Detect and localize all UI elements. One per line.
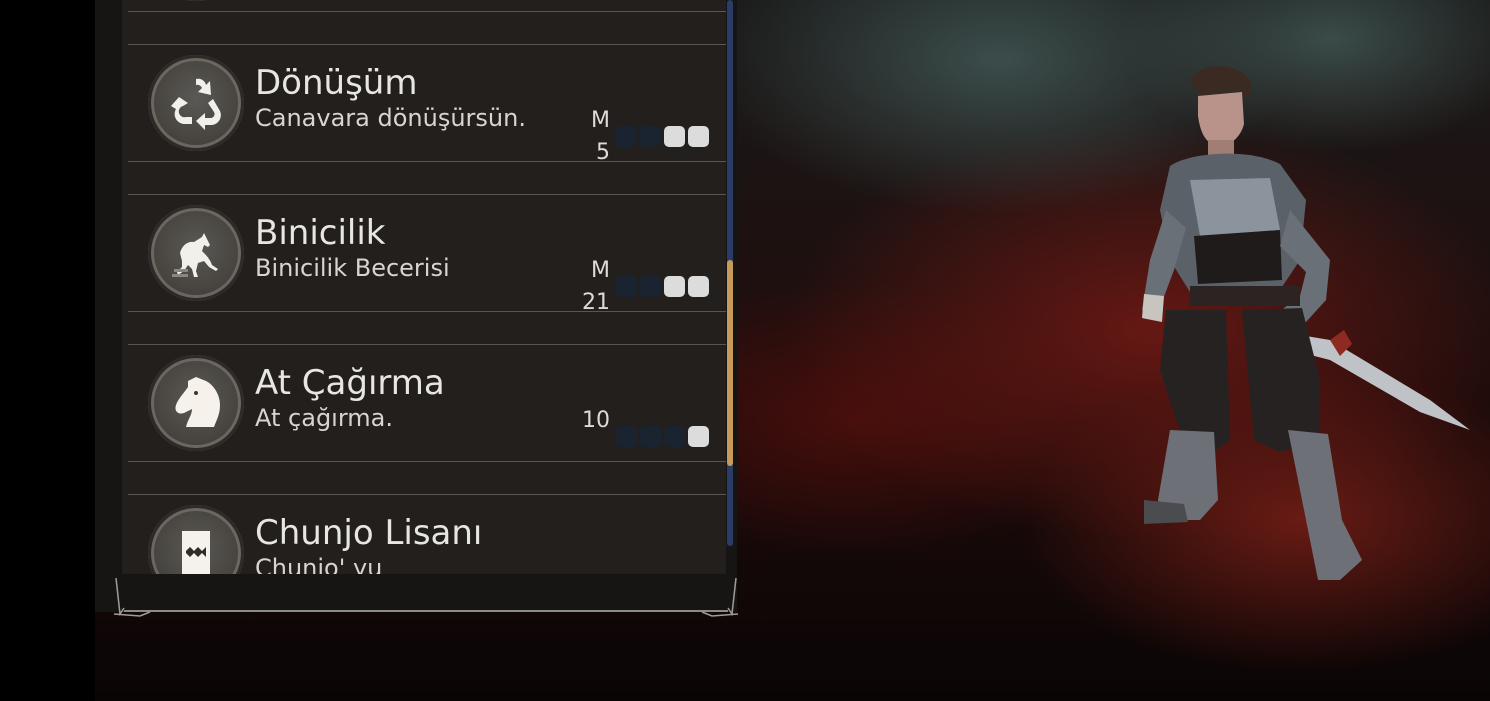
skill-name: Dönüşüm xyxy=(255,63,418,103)
skill-grade: M 5 xyxy=(570,105,610,169)
skill-pip xyxy=(664,126,685,147)
skill-pips xyxy=(616,126,710,148)
skill-pips xyxy=(616,276,710,298)
skill-list[interactable]: Dönüşüm Canavara dönüşürsün. M 5 Binicil… xyxy=(122,0,726,574)
game-background: Dönüşüm Canavara dönüşürsün. M 5 Binicil… xyxy=(0,0,1490,701)
skill-name: Chunjo Lisanı xyxy=(255,513,483,553)
panel-footer-ornament xyxy=(113,574,739,617)
skill-row[interactable]: Binicilik Binicilik Becerisi M 21 xyxy=(128,194,726,315)
skill-row[interactable]: Chunjo Lisanı Chunjo' yu xyxy=(128,494,726,574)
skill-pip xyxy=(616,426,637,447)
skill-name: At Çağırma xyxy=(255,363,445,403)
skill-pip xyxy=(616,276,637,297)
transform-cycle-icon xyxy=(148,55,244,151)
skill-row-previous[interactable] xyxy=(128,0,726,12)
skill-grade-label: M xyxy=(591,258,610,283)
left-shade xyxy=(0,0,95,701)
skill-row[interactable]: Dönüşüm Canavara dönüşürsün. M 5 xyxy=(128,44,726,165)
skill-pip xyxy=(640,276,661,297)
skill-level: 21 xyxy=(582,290,610,315)
character-model xyxy=(1142,66,1470,580)
skill-pip xyxy=(640,426,661,447)
skill-pips xyxy=(616,426,710,448)
skill-pip xyxy=(640,126,661,147)
skill-pip xyxy=(664,276,685,297)
skill-pip xyxy=(664,426,685,447)
skill-pip xyxy=(688,276,709,297)
skill-level: 5 xyxy=(596,140,610,165)
skill-pip xyxy=(616,126,637,147)
skill-description: At çağırma. xyxy=(255,404,393,432)
skill-level: 10 xyxy=(582,408,610,433)
skill-pip xyxy=(688,426,709,447)
skill-description: Chunjo' yu xyxy=(255,554,383,574)
skill-panel: Dönüşüm Canavara dönüşürsün. M 5 Binicil… xyxy=(122,0,726,612)
language-scroll-icon xyxy=(148,505,244,574)
skill-grade: 10 xyxy=(570,405,610,437)
skill-grade-label: M xyxy=(591,108,610,133)
horse-head-icon xyxy=(148,355,244,451)
skill-pip xyxy=(688,126,709,147)
skill-icon-previous xyxy=(148,0,244,1)
skill-grade: M 21 xyxy=(570,255,610,319)
scrollbar-thumb[interactable] xyxy=(727,260,733,466)
skill-name: Binicilik xyxy=(255,213,386,253)
horse-riding-icon xyxy=(148,205,244,301)
skill-description: Canavara dönüşürsün. xyxy=(255,104,526,132)
skill-description: Binicilik Becerisi xyxy=(255,254,450,282)
skill-row[interactable]: At Çağırma At çağırma. 10 xyxy=(128,344,726,462)
